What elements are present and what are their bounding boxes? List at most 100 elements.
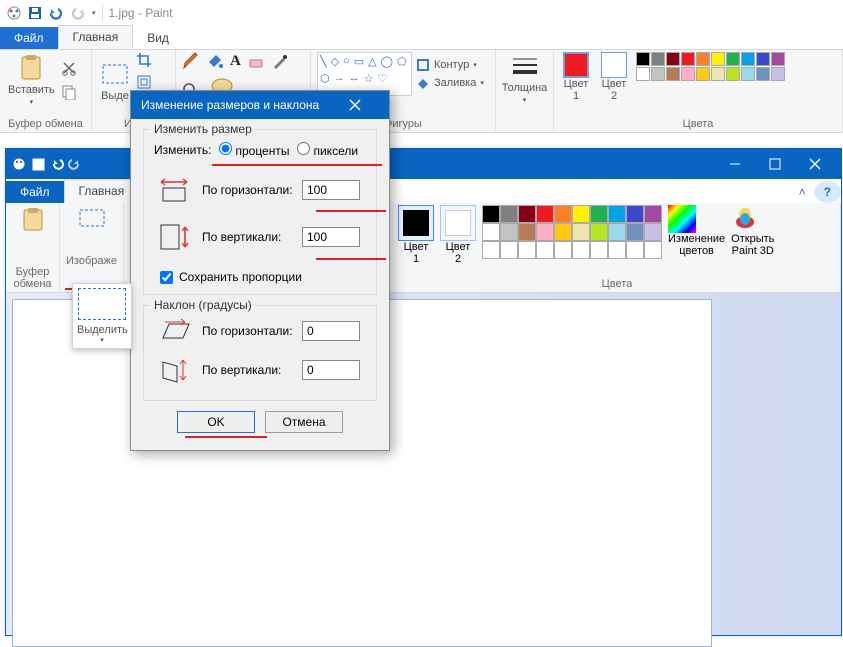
qat-dropdown-icon[interactable]: ▾ (92, 9, 96, 17)
swatch[interactable] (711, 67, 725, 81)
select-button[interactable]: Выде (98, 60, 132, 104)
skew-horizontal-input[interactable] (302, 321, 360, 341)
maximize-button[interactable] (755, 149, 795, 179)
close-button[interactable] (795, 149, 835, 179)
fill-icon[interactable] (206, 52, 224, 70)
swatch[interactable] (726, 52, 740, 66)
save-icon[interactable] (32, 158, 45, 171)
skew-vertical-input[interactable] (302, 360, 360, 380)
fill-button[interactable]: Заливка▾ (416, 76, 484, 90)
open-paint3d-button[interactable]: Открыть Paint 3D (731, 205, 774, 257)
swatch[interactable] (608, 241, 626, 259)
chevron-down-icon[interactable]: ▾ (77, 336, 127, 344)
swatch[interactable] (536, 223, 554, 241)
swatch[interactable] (636, 67, 650, 81)
swatch[interactable] (711, 52, 725, 66)
swatch[interactable] (644, 241, 662, 259)
swatch[interactable] (771, 67, 785, 81)
swatch[interactable] (482, 241, 500, 259)
swatch[interactable] (500, 223, 518, 241)
tab-home[interactable]: Главная (64, 179, 140, 203)
swatch[interactable] (500, 205, 518, 223)
redo-icon[interactable] (70, 6, 86, 20)
swatch[interactable] (741, 67, 755, 81)
resize-vertical-input[interactable] (302, 227, 360, 247)
swatch[interactable] (554, 205, 572, 223)
swatch[interactable] (726, 67, 740, 81)
color-palette-inner[interactable] (482, 205, 662, 259)
swatch[interactable] (590, 205, 608, 223)
picker-icon[interactable] (271, 52, 289, 70)
tab-view[interactable]: Вид (133, 27, 183, 49)
swatch[interactable] (536, 241, 554, 259)
text-icon[interactable]: A (230, 53, 241, 70)
color1-button[interactable]: Цвет 1 (398, 205, 434, 265)
swatch[interactable] (518, 241, 536, 259)
swatch[interactable] (681, 52, 695, 66)
select-button[interactable] (64, 205, 119, 233)
swatch[interactable] (626, 241, 644, 259)
swatch[interactable] (518, 223, 536, 241)
help-icon[interactable]: ? (814, 181, 841, 203)
radio-percent[interactable]: проценты (219, 142, 289, 158)
swatch[interactable] (741, 52, 755, 66)
color1-button[interactable]: Цвет 1 (560, 52, 592, 102)
cancel-button[interactable]: Отмена (265, 411, 343, 433)
undo-icon[interactable] (51, 158, 66, 171)
swatch[interactable] (554, 241, 572, 259)
thickness-button[interactable]: Толщина▾ (502, 52, 547, 106)
swatch[interactable] (626, 205, 644, 223)
color2-button[interactable]: Цвет 2 (598, 52, 630, 102)
swatch[interactable] (608, 223, 626, 241)
edit-colors-button[interactable]: Изменение цветов (668, 205, 725, 257)
swatch[interactable] (554, 223, 572, 241)
swatch[interactable] (572, 205, 590, 223)
swatch[interactable] (756, 67, 770, 81)
collapse-ribbon-icon[interactable]: ˄ (791, 181, 814, 203)
swatch[interactable] (666, 67, 680, 81)
swatch[interactable] (666, 52, 680, 66)
swatch[interactable] (482, 223, 500, 241)
color-palette-outer[interactable] (636, 52, 785, 81)
swatch[interactable] (771, 52, 785, 66)
cut-icon[interactable] (61, 60, 77, 76)
swatch[interactable] (756, 52, 770, 66)
keep-ratio-checkbox[interactable]: Сохранить пропорции (160, 270, 366, 284)
tab-home[interactable]: Главная (58, 25, 134, 49)
resize-icon[interactable] (136, 74, 152, 90)
swatch[interactable] (636, 52, 650, 66)
paste-button[interactable] (10, 205, 55, 235)
radio-pixels[interactable]: пиксели (297, 142, 358, 158)
swatch[interactable] (696, 52, 710, 66)
swatch[interactable] (651, 67, 665, 81)
pencil-icon[interactable] (182, 52, 200, 70)
swatch[interactable] (644, 223, 662, 241)
swatch[interactable] (536, 205, 554, 223)
swatch[interactable] (572, 241, 590, 259)
tab-file[interactable]: Файл (0, 27, 58, 49)
undo-icon[interactable] (48, 6, 64, 20)
swatch[interactable] (608, 205, 626, 223)
ok-button[interactable]: OK (177, 411, 255, 433)
swatch[interactable] (590, 241, 608, 259)
swatch[interactable] (626, 223, 644, 241)
swatch[interactable] (681, 67, 695, 81)
eraser-icon[interactable] (247, 52, 265, 70)
tab-file[interactable]: Файл (6, 181, 64, 203)
swatch[interactable] (500, 241, 518, 259)
rect-select-icon[interactable] (78, 288, 126, 320)
outline-button[interactable]: Контур▾ (416, 58, 484, 72)
swatch[interactable] (644, 205, 662, 223)
paste-button[interactable]: Вставить ▾ (6, 52, 57, 108)
save-icon[interactable] (28, 6, 42, 20)
copy-icon[interactable] (61, 84, 77, 100)
color2-button[interactable]: Цвет 2 (440, 205, 476, 265)
minimize-button[interactable] (715, 149, 755, 179)
redo-icon[interactable] (66, 158, 81, 171)
swatch[interactable] (651, 52, 665, 66)
swatch[interactable] (518, 205, 536, 223)
resize-horizontal-input[interactable] (302, 180, 360, 200)
swatch[interactable] (572, 223, 590, 241)
swatch[interactable] (696, 67, 710, 81)
close-icon[interactable] (349, 99, 379, 111)
